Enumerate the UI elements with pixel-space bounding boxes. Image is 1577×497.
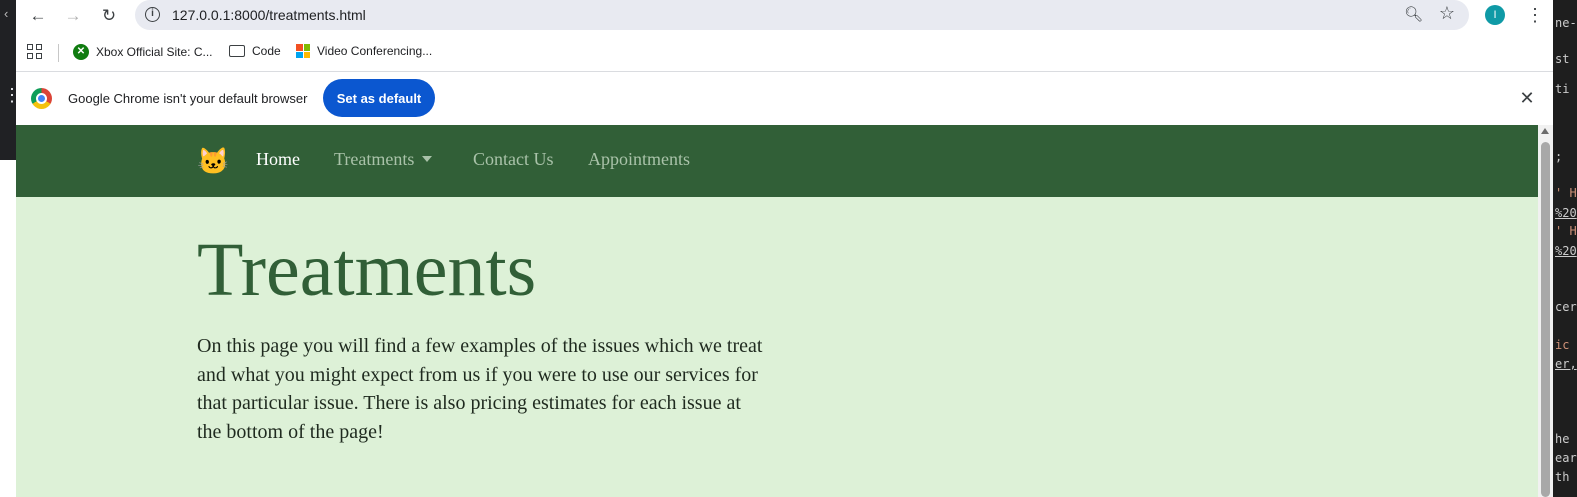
- zoom-icon[interactable]: 🔍︎: [1404, 5, 1423, 23]
- apps-grid-icon[interactable]: [27, 44, 43, 60]
- xbox-icon: ✕: [73, 44, 89, 60]
- bookmarks-bar: ✕ Xbox Official Site: C... Code Video Co…: [16, 36, 1553, 70]
- page-viewport: 🐱 Home Treatments Contact Us Appointment…: [16, 125, 1553, 497]
- site-info-icon[interactable]: i: [145, 7, 160, 22]
- page-title: Treatments: [197, 228, 537, 312]
- chrome-menu-icon[interactable]: ⋮: [1526, 4, 1544, 26]
- bookmark-code-folder[interactable]: Code: [229, 44, 281, 58]
- folder-icon: [229, 45, 245, 57]
- caret-down-icon: [422, 155, 433, 162]
- close-icon[interactable]: ✕: [1519, 87, 1535, 109]
- profile-avatar[interactable]: I: [1485, 5, 1505, 25]
- nav-link-appointments[interactable]: Appointments: [588, 149, 690, 170]
- nav-link-contact-us[interactable]: Contact Us: [473, 149, 554, 170]
- nav-link-treatments-label: Treatments: [334, 149, 415, 169]
- infobar-message: Google Chrome isn't your default browser: [68, 91, 308, 106]
- scroll-up-arrow-icon[interactable]: [1541, 128, 1549, 134]
- background-chevron-icon: ‹: [4, 6, 9, 21]
- background-code-editor: ne- st ti ; ' H %20 ' H %20 cer ic er, h…: [1553, 0, 1577, 497]
- scrollbar-thumb[interactable]: [1541, 142, 1550, 497]
- cat-logo-icon[interactable]: 🐱: [197, 146, 229, 176]
- bookmarks-separator: [58, 44, 59, 62]
- browser-toolbar: ← → ↻ i 127.0.0.1:8000/treatments.html 🔍…: [16, 0, 1553, 32]
- background-window-left: ‹ ⋮: [0, 0, 21, 497]
- nav-link-treatments[interactable]: Treatments: [334, 149, 433, 170]
- forward-arrow-icon[interactable]: →: [61, 4, 85, 28]
- address-bar[interactable]: i 127.0.0.1:8000/treatments.html 🔍︎ ☆: [135, 0, 1469, 30]
- reload-icon[interactable]: ↻: [97, 4, 121, 28]
- default-browser-infobar: Google Chrome isn't your default browser…: [16, 72, 1553, 125]
- site-navbar: 🐱 Home Treatments Contact Us Appointment…: [16, 125, 1538, 197]
- bookmark-star-icon[interactable]: ☆: [1439, 3, 1455, 24]
- nav-link-home[interactable]: Home: [256, 149, 300, 170]
- bookmark-label: Code: [252, 44, 281, 58]
- bookmark-xbox[interactable]: ✕ Xbox Official Site: C...: [73, 44, 213, 60]
- bookmark-video-conferencing[interactable]: Video Conferencing...: [296, 44, 432, 58]
- set-as-default-button[interactable]: Set as default: [323, 79, 435, 117]
- bookmark-label: Xbox Official Site: C...: [96, 45, 213, 59]
- chrome-window: ← → ↻ i 127.0.0.1:8000/treatments.html 🔍…: [16, 0, 1553, 497]
- chrome-logo-icon: [31, 88, 52, 109]
- back-arrow-icon[interactable]: ←: [26, 4, 50, 28]
- page-intro-text: On this page you will find a few example…: [197, 335, 763, 443]
- background-window-titlebar: [0, 0, 16, 160]
- url-text[interactable]: 127.0.0.1:8000/treatments.html: [172, 7, 366, 23]
- microsoft-icon: [296, 44, 310, 58]
- bookmark-label: Video Conferencing...: [317, 44, 433, 58]
- page-scrollbar[interactable]: [1538, 125, 1553, 497]
